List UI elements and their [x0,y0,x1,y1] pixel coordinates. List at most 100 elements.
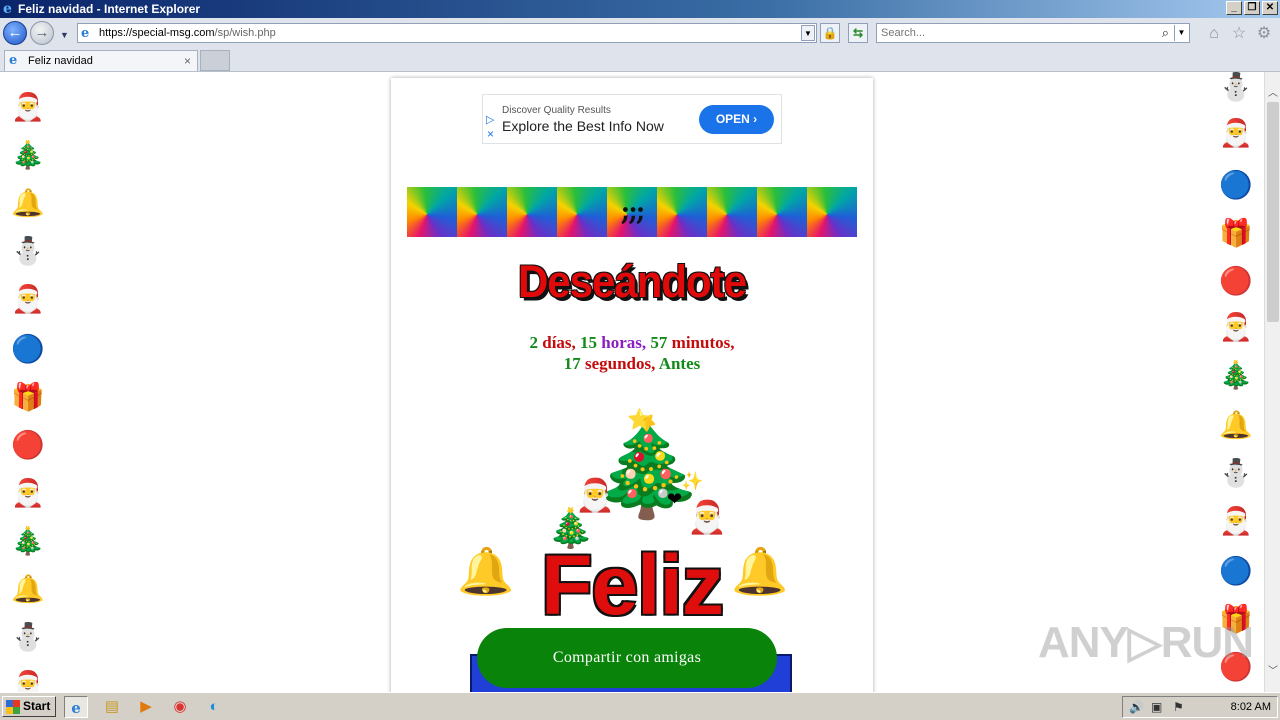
banner-tile [707,187,757,237]
banner-tile [507,187,557,237]
address-dropdown-icon[interactable]: ▼ [801,25,815,41]
edge-icon[interactable]: ◐ [202,696,226,718]
lock-icon[interactable]: 🔒 [820,23,840,43]
url-text[interactable]: https://special-msg.com/sp/wish.php [99,27,276,39]
bell-icon: 🔔 [11,188,45,219]
search-dropdown-icon[interactable]: ▼ [1174,25,1188,41]
countdown-text: 2 días, 15 horas, 57 minutos, 17 segundo… [391,332,873,374]
snowman-icon: ⛄ [1219,458,1253,489]
red-ornament-icon: 🔴 [1219,266,1253,297]
banner-tile [457,187,507,237]
wish-card: ▷ × Discover Quality Results Explore the… [391,78,873,692]
folder-icon[interactable]: ▤ [100,696,124,718]
vertical-scrollbar[interactable]: ︿ ﹀ [1264,72,1280,692]
santa-hat-icon: 🎅 [1219,118,1253,149]
tab-feliz-navidad[interactable]: e Feliz navidad × [4,50,198,71]
scroll-thumb[interactable] [1267,102,1279,322]
internet-explorer-icon: e [3,1,12,17]
window-title-bar: e Feliz navidad - Internet Explorer _ ❐ … [0,0,1280,18]
hours-word: horas, [601,333,647,352]
system-tray: 🔊 ▣ ⚑ 8:02 AM [1122,696,1278,718]
christmas-tree-icon: 🎄 [1219,360,1253,391]
internet-explorer-taskbar-icon[interactable]: e [64,696,88,718]
network-icon[interactable]: ▣ [1151,700,1162,714]
search-icon[interactable]: ⌕ [1162,25,1169,41]
chrome-icon[interactable]: ◉ [168,696,192,718]
media-player-icon[interactable]: ▶ [134,696,158,718]
bell-icon: 🔔 [1219,410,1253,441]
search-input[interactable] [881,26,1151,40]
snowman-icon: ⛄ [11,236,45,267]
heart-icon: ❤ [667,489,683,510]
christmas-tree-icon: 🎄 [11,526,45,557]
tree-illustration: 🎄 ⭐ 🎅 🎅 🎄 ❤ ✨ [391,409,873,553]
tab-bar: e Feliz navidad × [0,48,1280,72]
santa-icon: 🎅 [1219,312,1253,343]
blue-ornament-icon: 🔵 [11,334,45,365]
address-bar[interactable]: e https://special-msg.com/sp/wish.php ▼ [77,23,817,43]
url-host: https://special-msg.com [99,27,215,39]
snowman-icon: ⛄ [11,622,45,653]
restore-button[interactable]: ❐ [1244,1,1260,15]
ad-banner[interactable]: ▷ × Discover Quality Results Explore the… [482,94,782,144]
santa-face-icon: 🎅 [687,498,727,536]
banner-tile [657,187,707,237]
scroll-down-icon[interactable]: ﹀ [1265,664,1280,680]
ad-close-icon[interactable]: × [487,128,494,140]
minutes-number: 57 [650,333,668,352]
ad-headline[interactable]: Explore the Best Info Now [502,118,664,134]
blue-ornament-icon: 🔵 [1219,170,1253,201]
scroll-up-icon[interactable]: ︿ [1265,86,1280,102]
minimize-button[interactable]: _ [1226,1,1242,15]
countdown-suffix: Antes [658,354,701,373]
clock[interactable]: 8:02 AM [1231,701,1271,713]
windows-logo-icon [6,700,20,714]
search-box[interactable]: ⌕ ▼ [876,23,1190,43]
home-icon[interactable]: ⌂ [1204,24,1224,44]
favorites-star-icon[interactable]: ☆ [1229,24,1249,44]
tab-label: Feliz navidad [28,55,93,67]
gift-icon: 🎁 [11,382,45,413]
banner-glyph: ;;; [620,197,646,227]
sparkles-icon: ✨ [681,471,704,492]
forward-button[interactable]: → [30,21,54,45]
back-button[interactable]: ← [3,21,27,45]
red-ornament-icon: 🔴 [11,430,45,461]
share-button[interactable]: Compartir con amigas [477,628,777,688]
refresh-icon[interactable]: ⇆ [848,23,868,43]
banner-tile [757,187,807,237]
history-dropdown-icon[interactable]: ▼ [60,30,69,40]
navigation-bar: ← → ▼ e https://special-msg.com/sp/wish.… [0,18,1280,48]
taskbar: Start e ▤ ▶ ◉ ◐ 🔊 ▣ ⚑ 8:02 AM [0,692,1280,720]
start-button[interactable]: Start [2,696,56,717]
ad-small-text: Discover Quality Results [502,105,611,116]
days-number: 2 [529,333,539,352]
feliz-title: Feliz [541,538,724,632]
ad-choices-icon[interactable]: ▷ [486,113,494,126]
bell-icon: 🔔 [11,574,45,605]
ad-open-button[interactable]: OPEN › [699,105,774,134]
action-center-flag-icon[interactable]: ⚑ [1173,700,1184,714]
star-icon: ⭐ [627,407,652,431]
new-tab-button[interactable] [200,50,230,71]
url-path: /sp/wish.php [214,27,276,39]
gear-icon[interactable]: ⚙ [1254,24,1274,44]
window-controls: _ ❐ ✕ [1226,1,1278,15]
santa-icon: 🎅 [11,92,45,123]
close-window-button[interactable]: ✕ [1262,1,1278,15]
santa-hat-icon: 🎅 [1219,506,1253,537]
santa-hat-icon: 🎅 [11,670,45,692]
anyrun-watermark: ANY▷RUN [1038,618,1254,667]
banner-tile-center: ;;; [607,187,657,237]
banner-tile [807,187,857,237]
start-label: Start [23,699,51,713]
christmas-tree-icon: 🎄 [11,140,45,171]
tab-close-icon[interactable]: × [184,54,191,68]
banner-tile [407,187,457,237]
page-viewport: 🎅 🎄 🔔 ⛄ 🎅 🔵 🎁 🔴 🎅 🎄 🔔 ⛄ 🎅 ⛄ 🎅 🔵 🎁 🔴 🎅 🎄 … [0,72,1264,692]
gift-icon: 🎁 [1219,218,1253,249]
volume-icon[interactable]: 🔊 [1129,700,1144,714]
santa-hat-icon: 🎅 [11,284,45,315]
days-word: días, [542,333,576,352]
snowman-icon: ⛄ [1219,72,1253,103]
